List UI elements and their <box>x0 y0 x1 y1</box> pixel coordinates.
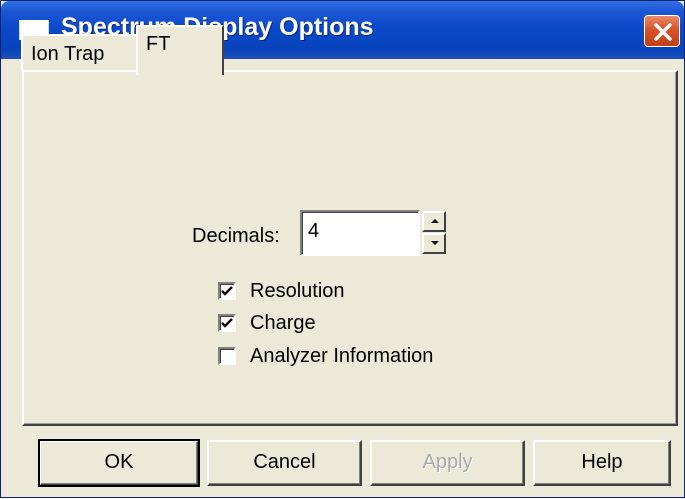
charge-checkbox[interactable] <box>218 314 236 332</box>
analyzer-information-label: Analyzer Information <box>250 344 434 367</box>
apply-button[interactable]: Apply <box>370 440 525 486</box>
resolution-label: Resolution <box>250 279 345 302</box>
arrow-down-icon <box>431 241 439 245</box>
close-button[interactable] <box>644 15 680 47</box>
resolution-checkbox[interactable] <box>218 282 236 300</box>
analyzer-information-checkbox[interactable] <box>218 347 236 365</box>
charge-label: Charge <box>250 311 316 334</box>
dialog-window: Spectrum Display Options Ion Trap FT Dec… <box>0 0 685 498</box>
decimals-spin-down-button[interactable] <box>422 233 446 254</box>
cancel-button[interactable]: Cancel <box>207 440 362 486</box>
decimals-spin-up-button[interactable] <box>422 211 446 232</box>
ok-button[interactable]: OK <box>38 439 200 487</box>
checkmark-icon <box>221 318 233 328</box>
checkmark-icon <box>221 286 233 296</box>
decimals-input[interactable]: 4 <box>300 210 420 256</box>
tab-ft[interactable]: FT <box>136 25 224 75</box>
help-button[interactable]: Help <box>533 440 671 486</box>
charge-option[interactable]: Charge <box>218 311 316 335</box>
arrow-up-icon <box>431 219 439 223</box>
tab-ion-trap[interactable]: Ion Trap <box>21 34 139 72</box>
analyzer-information-option[interactable]: Analyzer Information <box>218 344 433 368</box>
close-icon <box>654 23 672 41</box>
resolution-option[interactable]: Resolution <box>218 279 345 303</box>
